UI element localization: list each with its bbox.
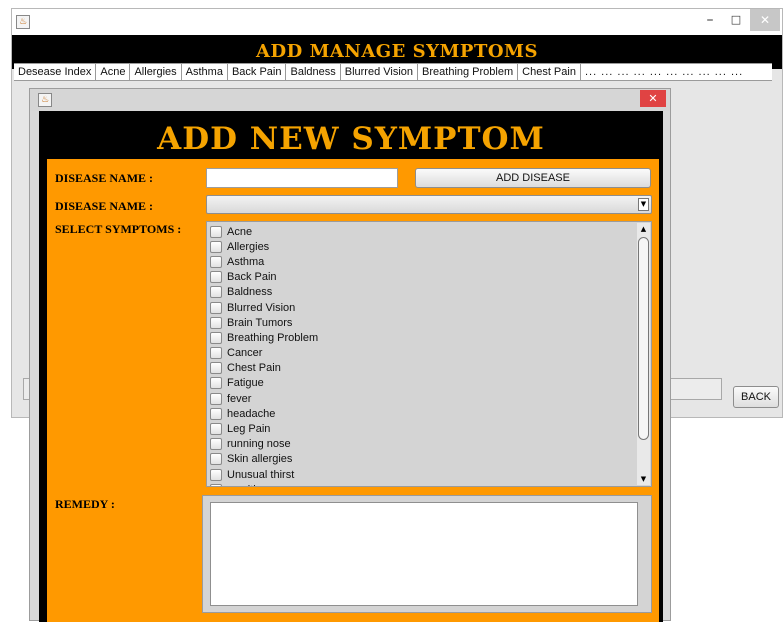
column-header-cell[interactable]: Desease Index xyxy=(14,64,97,80)
symptom-label: fever xyxy=(227,392,252,405)
column-header-cell[interactable]: Back Pain xyxy=(228,64,287,80)
symptom-checkbox[interactable] xyxy=(210,225,222,238)
symptom-checkbox-row[interactable]: headache xyxy=(210,406,630,421)
add-disease-button[interactable]: ADD DISEASE xyxy=(415,168,651,188)
symptom-label: Asthma xyxy=(227,255,265,268)
symptom-checkbox[interactable] xyxy=(210,468,222,481)
symptom-label: vomiting xyxy=(227,484,268,486)
symptom-label: Baldness xyxy=(227,286,273,299)
symptom-checkbox-row[interactable]: Back Pain xyxy=(210,270,630,285)
symptom-checkbox[interactable] xyxy=(210,301,222,314)
symptom-checkbox[interactable] xyxy=(210,316,222,329)
symptom-checkbox-row[interactable]: Baldness xyxy=(210,285,630,300)
symptom-checkbox-row[interactable]: fever xyxy=(210,391,630,406)
symptom-checkbox-row[interactable]: Cancer xyxy=(210,346,630,361)
page-title: ADD MANAGE SYMPTOMS xyxy=(256,41,538,62)
symptom-checkbox[interactable] xyxy=(210,483,222,486)
symptoms-list-items: Acne Allergies Asthma Back Pain Baldness Blur… xyxy=(210,224,630,486)
symptom-checkbox-row[interactable]: Allergies xyxy=(210,239,630,254)
symptom-checkbox-row[interactable]: Brain Tumors xyxy=(210,315,630,330)
symptom-checkbox-row[interactable]: Skin allergies xyxy=(210,452,630,467)
column-header-cell[interactable]: Allergies xyxy=(130,64,182,80)
symptom-label: Leg Pain xyxy=(227,423,271,436)
symptom-label: Skin allergies xyxy=(227,453,293,466)
symptom-checkbox[interactable] xyxy=(210,331,222,344)
symptom-checkbox[interactable] xyxy=(210,392,222,405)
column-header-cell[interactable]: Acne xyxy=(96,64,131,80)
form-panel: DISEASE NAME : ADD DISEASE DISEASE NAME … xyxy=(47,159,659,622)
symptom-checkbox[interactable] xyxy=(210,255,222,268)
column-header-cell[interactable]: Chest Pain xyxy=(518,64,581,80)
symptom-checkbox[interactable] xyxy=(210,423,222,436)
symptom-label: running nose xyxy=(227,438,291,451)
symptom-label: Breathing Problem xyxy=(227,331,319,344)
symptom-label: Brain Tumors xyxy=(227,316,293,329)
symptom-label: Back Pain xyxy=(227,271,277,284)
column-header-cell[interactable]: Breathing Problem xyxy=(418,64,519,80)
remedy-textarea[interactable] xyxy=(210,502,638,606)
symptom-checkbox[interactable] xyxy=(210,271,222,284)
symptoms-scrollbar[interactable]: ▲ ▼ xyxy=(637,223,650,485)
symptom-checkbox[interactable] xyxy=(210,453,222,466)
symptom-checkbox-row[interactable]: running nose xyxy=(210,437,630,452)
symptom-checkbox-row[interactable]: Fatigue xyxy=(210,376,630,391)
dialog-close-button[interactable]: ✕ xyxy=(640,90,666,107)
desktop: ♨ – □ ✕ ADD MANAGE SYMPTOMS Desease Inde… xyxy=(0,0,783,622)
dialog-title: ADD NEW SYMPTOM xyxy=(157,121,545,157)
symptom-checkbox[interactable] xyxy=(210,240,222,253)
symptom-label: Cancer xyxy=(227,347,263,360)
disease-name-label: DISEASE NAME : xyxy=(55,171,154,185)
symptom-checkbox-row[interactable]: Leg Pain xyxy=(210,421,630,436)
minimize-button[interactable]: – xyxy=(698,9,722,31)
symptom-checkbox-row[interactable]: Asthma xyxy=(210,254,630,269)
symptom-label: Chest Pain xyxy=(227,362,281,375)
symptom-label: Allergies xyxy=(227,240,270,253)
symptom-checkbox-row[interactable]: Unusual thirst xyxy=(210,467,630,482)
scrollbar-thumb[interactable] xyxy=(638,237,649,440)
symptom-label: Unusual thirst xyxy=(227,468,295,481)
disease-select-label: DISEASE NAME : xyxy=(55,199,154,213)
symptom-checkbox-row[interactable]: Blurred Vision xyxy=(210,300,630,315)
java-app-icon: ♨ xyxy=(16,15,30,29)
select-symptoms-label: SELECT SYMPTOMS : xyxy=(55,222,182,236)
symptom-checkbox-row[interactable]: Chest Pain xyxy=(210,361,630,376)
remedy-label: REMEDY : xyxy=(55,497,115,511)
scroll-up-icon[interactable]: ▲ xyxy=(637,223,650,235)
chevron-down-icon[interactable]: ▼ xyxy=(638,198,649,211)
scroll-down-icon[interactable]: ▼ xyxy=(637,473,650,485)
symptom-label: Fatigue xyxy=(227,377,264,390)
symptom-checkbox[interactable] xyxy=(210,407,222,420)
disease-select-dropdown[interactable]: ▼ xyxy=(206,195,652,214)
symptom-checkbox-row[interactable]: vomiting xyxy=(210,482,630,486)
close-button[interactable]: ✕ xyxy=(750,9,780,31)
java-app-icon: ♨ xyxy=(38,93,52,107)
column-header-cell[interactable]: Baldness xyxy=(286,64,341,80)
symptom-checkbox[interactable] xyxy=(210,377,222,390)
symptoms-list[interactable]: Acne Allergies Asthma Back Pain Baldness Blur… xyxy=(206,221,652,487)
column-header-overflow[interactable]: ... ... ... ... ... ... ... ... ... ... xyxy=(581,64,743,80)
symptom-checkbox-row[interactable]: Breathing Problem xyxy=(210,330,630,345)
column-header-cell[interactable]: Asthma xyxy=(182,64,228,80)
table-column-header: Desease Index Acne Allergies Asthma Back Pai… xyxy=(14,63,772,81)
symptom-checkbox-row[interactable]: Acne xyxy=(210,224,630,239)
dialog-body: ADD NEW SYMPTOM DISEASE NAME : ADD DISEA… xyxy=(39,111,663,622)
column-header-cell[interactable]: Blurred Vision xyxy=(341,64,419,80)
window-titlebar: ♨ – □ ✕ xyxy=(12,9,782,35)
add-symptom-dialog: ♨ ✕ ADD NEW SYMPTOM DISEASE NAME : ADD D… xyxy=(29,88,671,622)
symptom-label: Acne xyxy=(227,225,253,238)
back-button[interactable]: BACK xyxy=(733,386,779,408)
dialog-titlebar: ♨ ✕ xyxy=(30,89,670,111)
symptom-checkbox[interactable] xyxy=(210,362,222,375)
symptom-label: headache xyxy=(227,407,276,420)
symptom-label: Blurred Vision xyxy=(227,301,296,314)
maximize-button[interactable]: □ xyxy=(724,9,748,31)
symptom-checkbox[interactable] xyxy=(210,286,222,299)
symptom-checkbox[interactable] xyxy=(210,438,222,451)
disease-name-input[interactable] xyxy=(206,168,398,188)
remedy-panel xyxy=(202,495,652,613)
symptom-checkbox[interactable] xyxy=(210,347,222,360)
